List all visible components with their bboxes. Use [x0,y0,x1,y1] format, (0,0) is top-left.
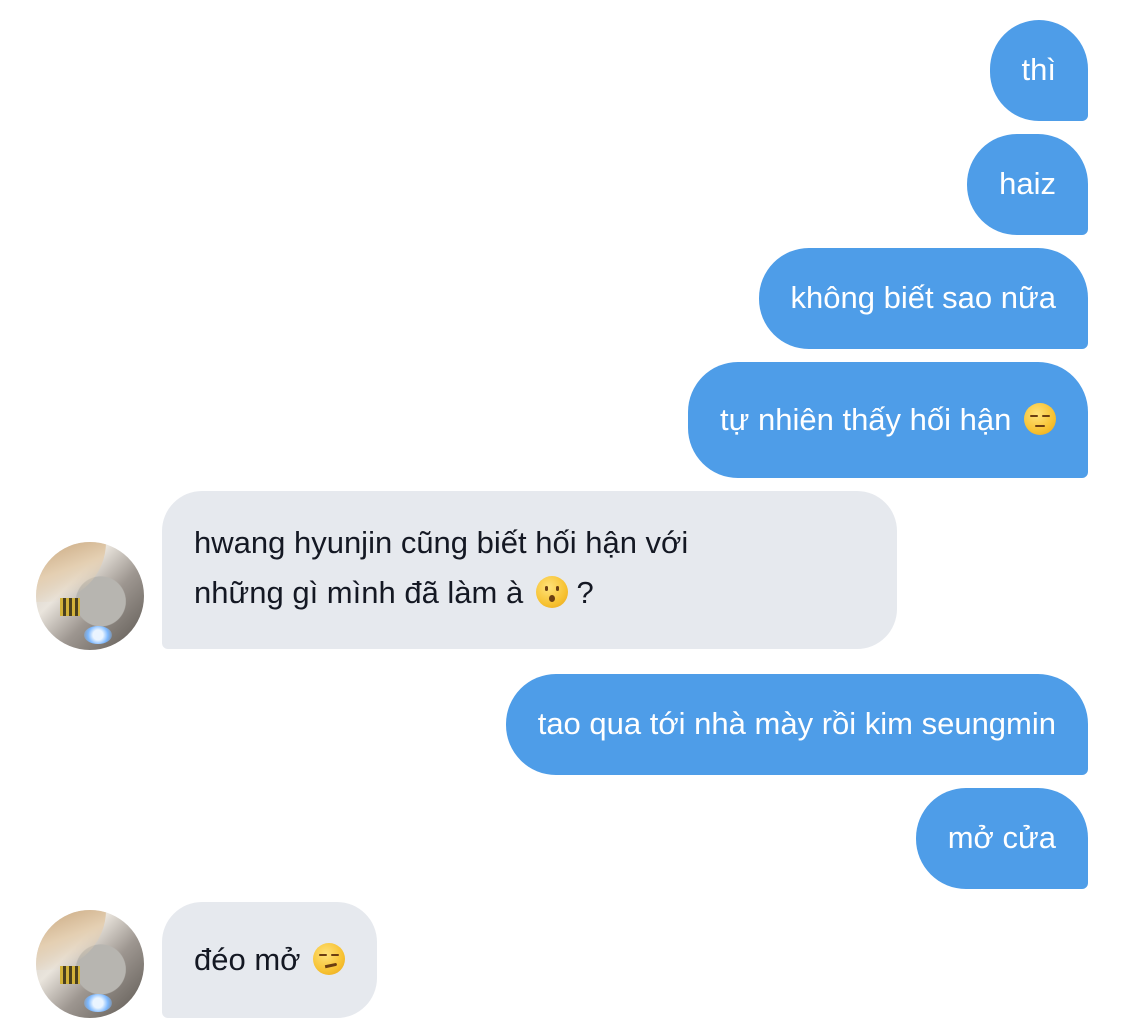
avatar-detail-shape [60,598,80,616]
contact-avatar[interactable] [36,910,144,1018]
sent-message-bubble[interactable]: tao qua tới nhà mày rồi kim seungmin [505,674,1088,775]
sent-message-bubble[interactable]: không biết sao nữa [758,248,1088,349]
message-text: thì [1021,52,1056,87]
message-text: đéo mở [194,942,301,977]
avatar-hair-shape [36,910,106,970]
message-text: tao qua tới nhà mày rồi kim seungmin [537,706,1056,741]
sent-message-bubble[interactable]: mở cửa [915,788,1088,889]
message-text-line: hwang hyunjin cũng biết hối hận với [194,525,689,560]
message-text: tự nhiên thấy hối hận [720,402,1012,437]
avatar-hair-shape [36,542,106,602]
smirking-face-emoji [313,943,346,975]
sent-message-bubble[interactable]: tự nhiên thấy hối hận [688,362,1088,478]
message-text: haiz [999,166,1056,201]
avatar-light-shape [84,994,112,1012]
hushed-face-emoji [535,576,568,608]
pensive-face-emoji [1024,403,1056,435]
message-text: không biết sao nữa [790,280,1057,315]
message-text: mở cửa [947,820,1056,855]
contact-avatar[interactable] [36,542,144,650]
sent-message-bubble[interactable]: thì [989,20,1088,121]
avatar-light-shape [84,626,112,644]
message-text-line: những gì mình đã làm à ? [194,575,594,610]
received-message-bubble[interactable]: hwang hyunjin cũng biết hối hận với nhữn… [162,491,897,649]
sent-message-bubble[interactable]: haiz [967,134,1088,235]
received-message-bubble[interactable]: đéo mở [162,902,378,1018]
avatar-detail-shape [60,966,80,984]
